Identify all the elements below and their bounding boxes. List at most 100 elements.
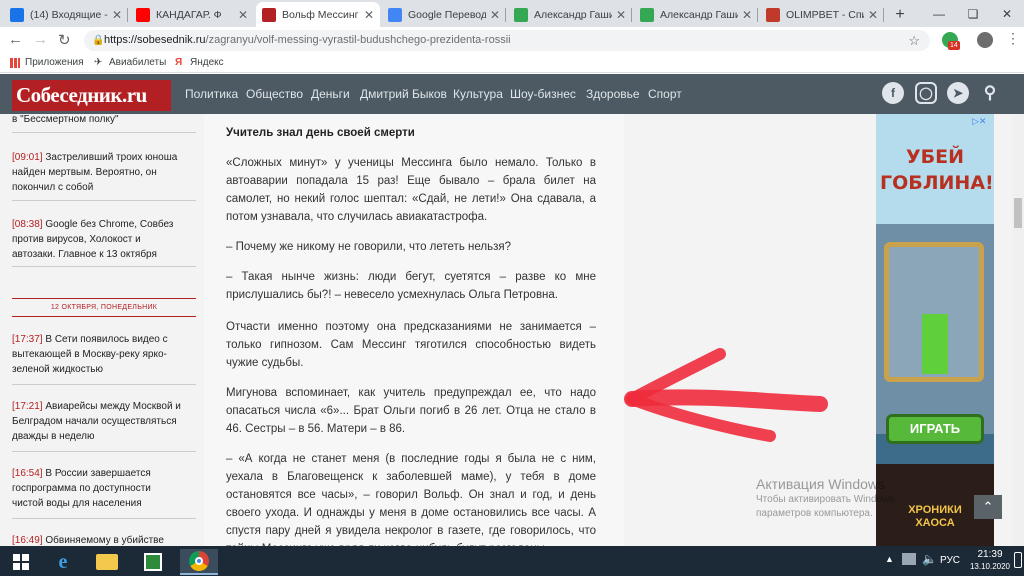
chrome-icon[interactable] xyxy=(180,549,218,575)
tab-3[interactable]: Вольф Мессинг вы ✕ xyxy=(256,2,380,27)
notifications-icon[interactable] xyxy=(1014,552,1022,568)
telegram-icon[interactable]: ➤ xyxy=(947,82,969,104)
ad-banner[interactable]: ▷✕ УБЕЙ ГОБЛИНА! ИГРАТЬ ХРОНИКИ ХАОСА xyxy=(876,114,994,546)
plane-icon: ✈ xyxy=(94,56,103,68)
network-icon[interactable] xyxy=(902,553,916,565)
mail-icon xyxy=(10,7,24,22)
tray-arrow-icon[interactable]: ▲ xyxy=(885,554,894,564)
explorer-icon[interactable] xyxy=(88,549,126,575)
search-icon[interactable]: ⚲ xyxy=(979,82,1001,104)
nav-link[interactable]: Политика xyxy=(185,87,238,101)
language-indicator[interactable]: РУС xyxy=(940,555,960,566)
reload-icon[interactable]: ↻ xyxy=(58,31,71,49)
new-tab-label: + xyxy=(895,5,905,23)
ie-icon[interactable]: e xyxy=(44,549,82,575)
minimize-button[interactable]: — xyxy=(922,0,956,27)
article-paragraph: Мигунова вспоминает, как учитель предупр… xyxy=(226,387,596,435)
news-fragment[interactable]: в "Бессмертном полку" xyxy=(12,114,184,127)
clock[interactable]: 21:39 13.10.2020 xyxy=(968,549,1012,573)
nav-link[interactable]: Общество xyxy=(246,87,303,101)
news-item[interactable]: [08:38] Google без Chrome, Совбез против… xyxy=(12,217,184,262)
bookmark-apps[interactable]: Приложения xyxy=(10,57,84,68)
instagram-icon[interactable]: ◯ xyxy=(915,82,937,104)
nav-link[interactable]: Деньги xyxy=(311,87,350,101)
article-paragraph: – Такая нынче жизнь: люди бегут, суетятс… xyxy=(226,271,596,301)
divider xyxy=(12,384,196,385)
bookmark-yandex[interactable]: Я Яндекс xyxy=(175,57,224,68)
nav-link[interactable]: Здоровье xyxy=(586,87,640,101)
tab-close-icon[interactable]: ✕ xyxy=(364,8,374,22)
article-paragraph: – Почему же никому не говорили, что лете… xyxy=(226,241,511,253)
youtube-icon xyxy=(136,7,150,22)
bookmark-avia[interactable]: ✈ Авиабилеты xyxy=(94,57,166,68)
site-logo[interactable]: Собеседник.ru xyxy=(12,80,171,111)
article-body: Учитель знал день своей смерти «Сложных … xyxy=(204,114,624,546)
news-item[interactable]: [16:49] Обвиняемому в убийстве xyxy=(12,533,184,546)
tab-2[interactable]: КАНДАГАР. Ф ✕ xyxy=(130,2,254,27)
tab-separator xyxy=(631,8,632,22)
ad-play-button[interactable]: ИГРАТЬ xyxy=(886,414,984,444)
extension-badge: 14 xyxy=(948,41,960,50)
ad-choices-icon[interactable]: ▷✕ xyxy=(972,116,986,127)
news-text: Обвиняемому в убийстве xyxy=(45,535,164,546)
menu-dots-icon[interactable]: ⋮ xyxy=(1006,30,1020,47)
ad-title: УБЕЙ ГОБЛИНА! xyxy=(880,146,994,194)
avatar[interactable] xyxy=(977,32,993,48)
nav-link[interactable]: Дмитрий Быков xyxy=(360,87,447,101)
toolbar: ← → ↻ 🔒 https://sobesednik.ru/zagranyu/v… xyxy=(0,27,1024,53)
tab-separator xyxy=(757,8,758,22)
apps-grid-icon xyxy=(10,57,20,68)
news-item[interactable]: [17:21] Авиарейсы между Москвой и Белгра… xyxy=(12,399,184,444)
divider xyxy=(12,316,196,317)
volume-icon[interactable]: 🔈 xyxy=(922,552,937,566)
tab-5[interactable]: Александр Гашин ✕ xyxy=(508,2,632,27)
address-bar[interactable]: 🔒 https://sobesednik.ru/zagranyu/volf-me… xyxy=(84,30,930,51)
sheet-icon xyxy=(514,7,528,22)
close-window-button[interactable]: ✕ xyxy=(990,0,1024,27)
news-item[interactable]: [16:54] В России завершается госпрограмм… xyxy=(12,466,184,511)
news-item[interactable]: [09:01] Застреливший троих юноша найден … xyxy=(12,150,184,195)
tab-title: (14) Входящие - П xyxy=(30,8,108,21)
translate-icon xyxy=(388,7,402,22)
red-arrow-annotation xyxy=(624,348,828,442)
tab-4[interactable]: Google Переводч ✕ xyxy=(382,2,506,27)
tab-close-icon[interactable]: ✕ xyxy=(490,8,500,22)
nav-link[interactable]: Спорт xyxy=(648,87,682,101)
tab-6[interactable]: Александр Гашин ✕ xyxy=(634,2,758,27)
scroll-to-top-button[interactable]: ⌃ xyxy=(974,495,1002,519)
article-paragraph: Отчасти именно поэтому она предсказаниям… xyxy=(226,321,596,369)
bookmark-star-icon[interactable]: ☆ xyxy=(908,30,920,51)
clock-time: 21:39 xyxy=(977,549,1003,560)
tab-title: Google Переводч xyxy=(408,8,486,21)
taskbar: e ▲ 🔈 РУС 21:39 13.10.2020 xyxy=(0,546,1024,576)
tab-close-icon[interactable]: ✕ xyxy=(616,8,626,22)
scrollbar-thumb[interactable] xyxy=(1014,198,1022,228)
divider xyxy=(12,200,196,201)
web-page: Собеседник.ru Политика Общество Деньги Дмит… xyxy=(0,74,1024,546)
divider xyxy=(12,266,196,267)
forward-icon[interactable]: → xyxy=(33,31,48,48)
news-time: [08:38] xyxy=(12,219,43,230)
tab-7[interactable]: OLIMPBET - Списо ✕ xyxy=(760,2,884,27)
tab-close-icon[interactable]: ✕ xyxy=(742,8,752,22)
scrollbar[interactable] xyxy=(1012,114,1024,546)
start-button[interactable] xyxy=(2,549,40,575)
new-tab-button[interactable]: + xyxy=(886,2,914,27)
activation-line1: Чтобы активировать Windows, перейдите в … xyxy=(756,494,894,505)
facebook-icon[interactable]: f xyxy=(882,82,904,104)
sheet-icon xyxy=(640,7,654,22)
article-paragraph: «Сложных минут» у ученицы Мессинга было … xyxy=(226,157,596,223)
article-subheading: Учитель знал день своей смерти xyxy=(226,127,415,139)
tab-1[interactable]: (14) Входящие - П ✕ xyxy=(4,2,128,27)
maximize-button[interactable]: ❏ xyxy=(956,0,990,27)
nav-link[interactable]: Шоу-бизнес xyxy=(510,87,576,101)
back-icon[interactable]: ← xyxy=(8,31,23,48)
nav-link[interactable]: Культура xyxy=(453,87,503,101)
store-icon[interactable] xyxy=(134,549,172,575)
tab-close-icon[interactable]: ✕ xyxy=(112,8,122,22)
news-item[interactable]: [17:37] В Сети появилось видео с вытекаю… xyxy=(12,332,184,377)
tab-close-icon[interactable]: ✕ xyxy=(868,8,878,22)
divider xyxy=(12,132,196,133)
tab-close-icon[interactable]: ✕ xyxy=(238,8,248,22)
site-header: Собеседник.ru Политика Общество Деньги Дмит… xyxy=(0,74,1024,114)
